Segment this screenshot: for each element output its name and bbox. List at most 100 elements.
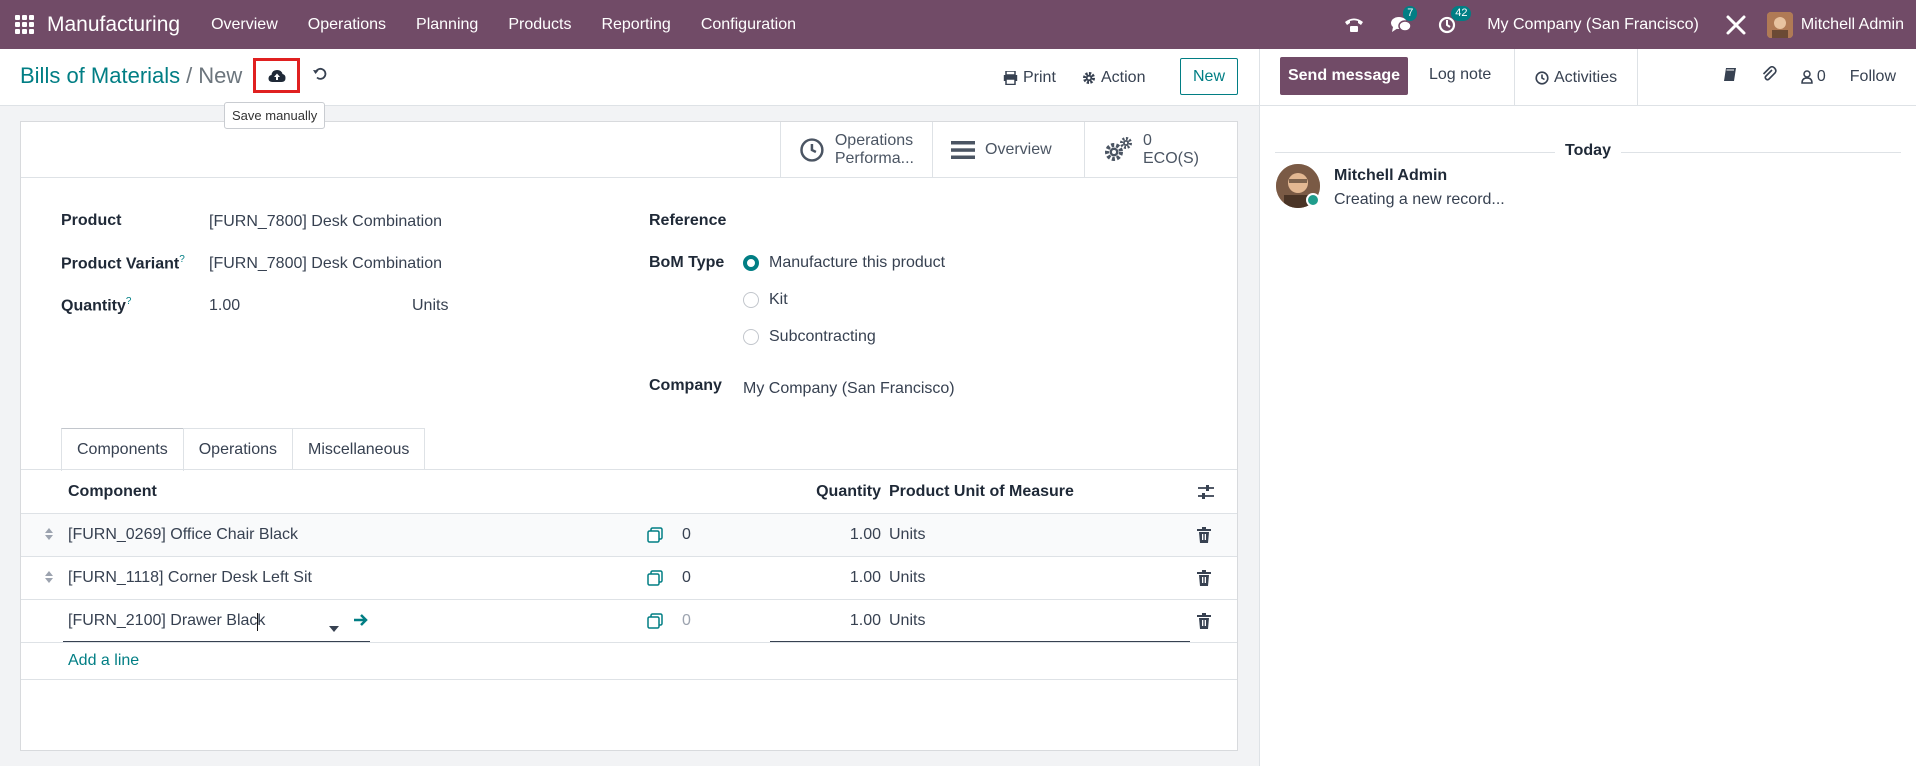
row-component[interactable]: [FURN_1118] Corner Desk Left Sit xyxy=(68,569,312,587)
action-button[interactable]: Action xyxy=(1082,69,1145,87)
table-row-editing[interactable]: [FURN_2100] Drawer Black 0 1.00 Units xyxy=(21,600,1237,643)
row-quantity[interactable]: 1.00 xyxy=(850,569,881,587)
text-cursor xyxy=(257,613,258,631)
component-input-underline xyxy=(63,641,370,642)
table-row[interactable]: [FURN_1118] Corner Desk Left Sit 0 1.00 … xyxy=(21,557,1237,600)
quantity-uom-field[interactable]: Units xyxy=(412,297,448,315)
activities-button[interactable]: Activities xyxy=(1514,49,1639,106)
component-input[interactable]: [FURN_2100] Drawer Black xyxy=(68,612,265,630)
followers-count: 0 xyxy=(1816,67,1826,85)
menu-products[interactable]: Products xyxy=(493,16,586,34)
phone-icon[interactable] xyxy=(1344,16,1364,34)
followers-button[interactable]: 0 xyxy=(1801,68,1826,86)
print-button[interactable]: Print xyxy=(1003,69,1056,87)
optional-columns-icon[interactable] xyxy=(1197,484,1215,505)
table-bottom-border xyxy=(21,679,1237,680)
notebook-tabs: Components Operations Miscellaneous xyxy=(61,428,426,471)
column-quantity[interactable]: Quantity xyxy=(816,483,881,501)
add-a-line-link[interactable]: Add a line xyxy=(68,652,139,670)
drag-handle-icon[interactable] xyxy=(45,571,53,583)
menu-planning[interactable]: Planning xyxy=(401,16,493,34)
form-sheet: Operations Performa... Overview 0 ECO(S)… xyxy=(20,121,1238,751)
company-label: Company xyxy=(649,377,722,394)
reference-field[interactable] xyxy=(743,212,1183,232)
messages-icon[interactable]: 7 xyxy=(1390,5,1418,34)
product-field[interactable]: [FURN_7800] Desk Combination xyxy=(209,213,442,231)
trash-icon[interactable] xyxy=(1197,570,1211,591)
company-switcher[interactable]: My Company (San Francisco) xyxy=(1487,16,1699,34)
row-forecast: 0 xyxy=(682,526,691,543)
reference-label: Reference xyxy=(649,212,727,229)
bom-type-manufacture[interactable]: Manufacture this product xyxy=(743,254,945,272)
apps-menu-icon[interactable] xyxy=(15,14,35,35)
quantity-help[interactable]: ? xyxy=(126,296,132,307)
paperclip-icon[interactable] xyxy=(1761,65,1777,87)
top-navbar: Manufacturing Overview Operations Planni… xyxy=(0,0,1916,49)
column-uom[interactable]: Product Unit of Measure xyxy=(889,483,1074,501)
menu-configuration[interactable]: Configuration xyxy=(686,16,811,34)
quantity-field[interactable]: 1.00 xyxy=(209,297,240,315)
book-icon[interactable] xyxy=(1723,67,1737,87)
tab-components[interactable]: Components xyxy=(61,428,184,471)
sheet-divider xyxy=(21,177,1237,178)
message-body: Creating a new record... xyxy=(1334,191,1505,208)
eco-button[interactable]: 0 ECO(S) xyxy=(1085,122,1237,177)
radio-empty-icon xyxy=(743,292,759,308)
app-name[interactable]: Manufacturing xyxy=(47,13,180,37)
product-variant-label: Product Variant? xyxy=(61,254,185,273)
discard-changes-icon[interactable] xyxy=(312,66,328,87)
menu-operations[interactable]: Operations xyxy=(293,16,401,34)
messages-badge: 7 xyxy=(1403,5,1418,21)
menu-reporting[interactable]: Reporting xyxy=(586,16,685,34)
company-field[interactable]: My Company (San Francisco) xyxy=(743,380,955,398)
menu-overview[interactable]: Overview xyxy=(196,16,293,34)
forecast-report-icon[interactable] xyxy=(647,570,663,591)
follow-button[interactable]: Follow xyxy=(1850,68,1896,86)
list-icon xyxy=(951,140,975,159)
send-message-button[interactable]: Send message xyxy=(1280,57,1408,95)
log-note-button[interactable]: Log note xyxy=(1429,66,1491,84)
new-record-button[interactable]: New xyxy=(1180,58,1238,95)
product-variant-field[interactable]: [FURN_7800] Desk Combination xyxy=(209,255,442,273)
breadcrumb-current: New xyxy=(198,63,243,88)
uom-input[interactable]: Units xyxy=(889,612,925,630)
quantity-uom-underline xyxy=(770,641,1190,642)
dropdown-caret-icon[interactable] xyxy=(329,619,339,637)
activities-clock-icon[interactable]: 42 xyxy=(1438,5,1472,34)
internal-link-arrow-icon[interactable] xyxy=(353,613,369,632)
row-quantity[interactable]: 1.00 xyxy=(850,526,881,544)
user-avatar[interactable] xyxy=(1766,11,1793,38)
message-author[interactable]: Mitchell Admin xyxy=(1334,167,1447,185)
save-tooltip: Save manually xyxy=(224,102,326,129)
forecast-report-icon[interactable] xyxy=(647,613,663,634)
row-uom[interactable]: Units xyxy=(889,526,925,544)
column-component[interactable]: Component xyxy=(68,483,157,501)
table-row[interactable]: [FURN_0269] Office Chair Black 0 1.00 Un… xyxy=(21,514,1237,557)
operations-performance-line2: Performa... xyxy=(834,149,914,167)
forecast-report-icon[interactable] xyxy=(647,527,663,548)
bom-type-subcontracting[interactable]: Subcontracting xyxy=(743,328,876,346)
product-variant-help[interactable]: ? xyxy=(179,254,185,265)
bom-type-kit[interactable]: Kit xyxy=(743,291,788,309)
row-uom[interactable]: Units xyxy=(889,569,925,587)
tab-miscellaneous[interactable]: Miscellaneous xyxy=(291,428,426,470)
breadcrumb: Bills of Materials / New xyxy=(20,63,242,89)
bom-type-manufacture-label: Manufacture this product xyxy=(769,254,946,271)
user-name[interactable]: Mitchell Admin xyxy=(1801,16,1904,34)
trash-icon[interactable] xyxy=(1197,613,1211,634)
overview-button[interactable]: Overview xyxy=(933,122,1085,177)
tab-operations[interactable]: Operations xyxy=(182,428,293,470)
row-component[interactable]: [FURN_0269] Office Chair Black xyxy=(68,526,298,544)
breadcrumb-bills-of-materials[interactable]: Bills of Materials xyxy=(20,63,180,88)
operations-performance-line1: Operations xyxy=(834,131,914,149)
operations-performance-button[interactable]: Operations Performa... xyxy=(781,122,933,177)
user-icon xyxy=(1801,69,1813,84)
drag-handle-icon[interactable] xyxy=(45,528,53,540)
trash-icon[interactable] xyxy=(1197,527,1211,548)
breadcrumb-separator: / xyxy=(186,63,193,88)
online-status-icon xyxy=(1306,193,1320,207)
cloud-upload-icon xyxy=(268,69,285,82)
save-manually-button[interactable] xyxy=(253,58,300,93)
debug-tools-icon[interactable] xyxy=(1725,14,1747,36)
quantity-input[interactable]: 1.00 xyxy=(850,612,881,630)
